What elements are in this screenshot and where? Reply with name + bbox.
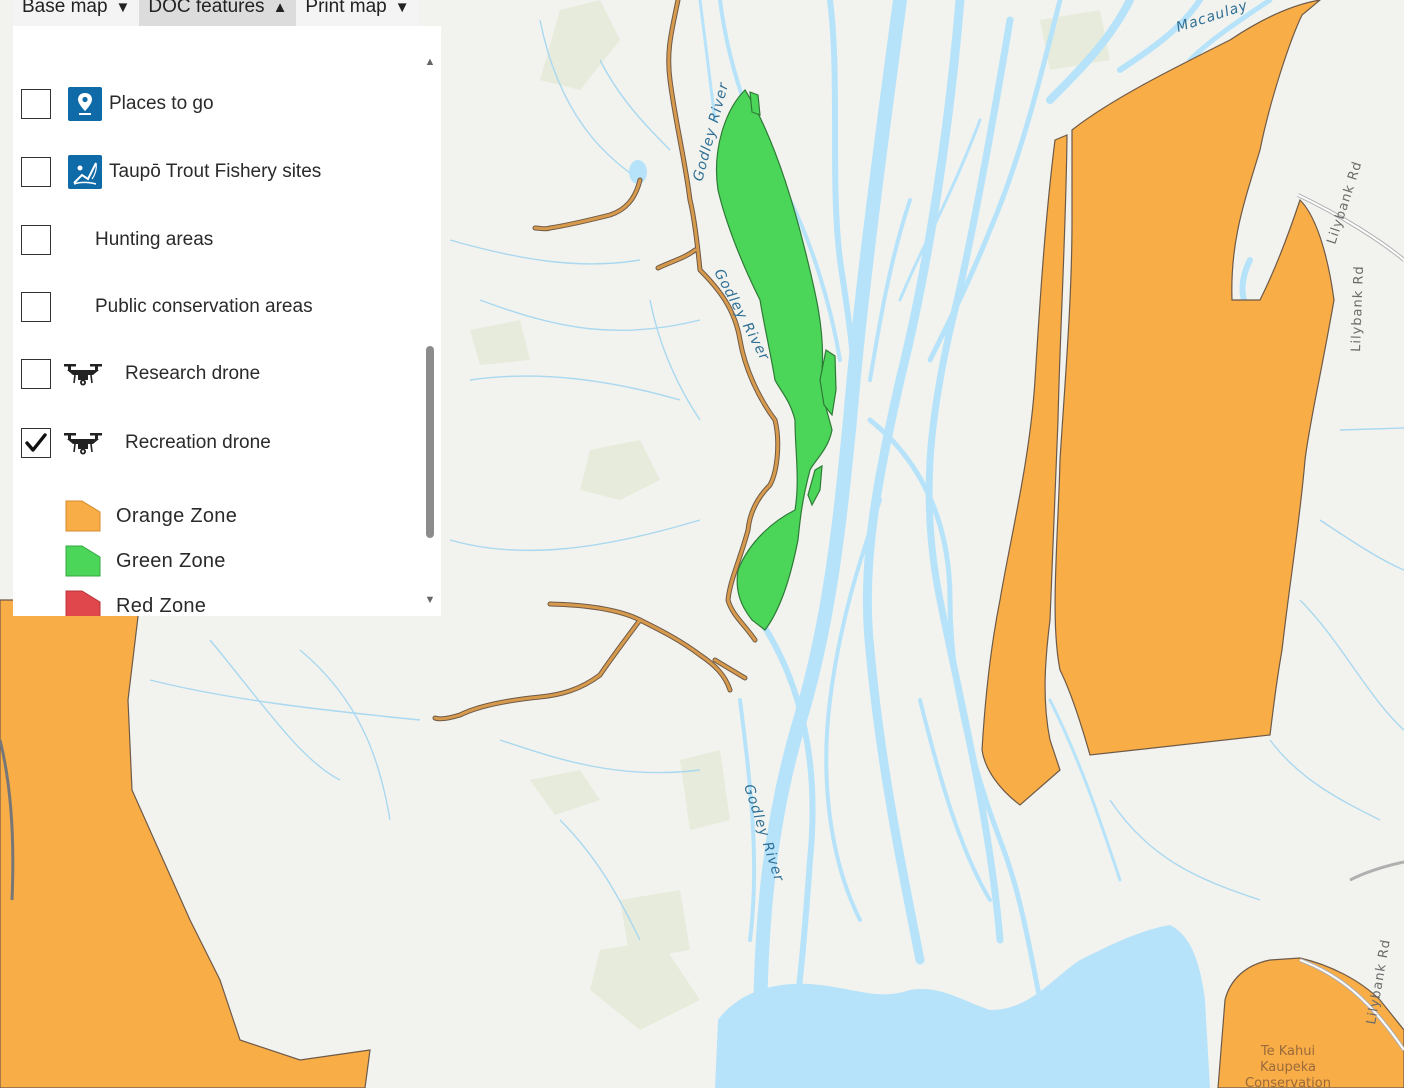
park-label-line-1: Te Kahui [1260, 1044, 1315, 1059]
checkmark-icon [25, 433, 47, 452]
layer-row-hunting-areas[interactable]: Hunting areas [21, 222, 213, 258]
checkbox-places-to-go[interactable] [21, 89, 51, 119]
layer-row-places-to-go[interactable]: Places to go [21, 86, 214, 122]
legend-label-green-zone: Green Zone [116, 549, 226, 572]
layer-label-trout-fishery: Taupō Trout Fishery sites [109, 161, 322, 182]
layer-row-research-drone[interactable]: Research drone [21, 356, 260, 392]
scroll-thumb[interactable] [426, 346, 434, 538]
road-label-lilybank-2: Lilybank Rd [1349, 265, 1367, 352]
scroll-up-icon[interactable]: ▲ [423, 56, 437, 68]
orange-zone-swatch-icon [65, 500, 101, 532]
drone-icon [63, 357, 103, 391]
chevron-up-icon: ▲ [272, 0, 288, 16]
layer-label-public-conservation-areas: Public conservation areas [95, 296, 313, 317]
legend-label-red-zone: Red Zone [116, 594, 207, 617]
checkbox-public-conservation-areas[interactable] [21, 292, 51, 322]
base-map-label: Base map [22, 0, 108, 17]
green-zone-islet-1 [749, 91, 761, 116]
drone-icon [63, 426, 103, 460]
doc-features-label: DOC features [148, 0, 265, 17]
print-map-label: Print map [305, 0, 387, 17]
checkbox-recreation-drone[interactable] [21, 428, 51, 458]
menu-bar: Base map ▼ DOC features ▲ Print map ▼ [13, 0, 419, 26]
red-zone-swatch-icon [65, 590, 101, 616]
legend-item-green-zone: Green Zone [65, 543, 226, 579]
checkbox-hunting-areas[interactable] [21, 225, 51, 255]
fishing-icon [68, 155, 102, 189]
park-label-line-2: Kaupeka [1260, 1060, 1316, 1075]
print-map-button[interactable]: Print map ▼ [296, 0, 419, 26]
panel-scrollbar[interactable]: ▲ ▼ [423, 56, 437, 606]
legend-item-red-zone: Red Zone [65, 588, 206, 616]
legend-item-orange-zone: Orange Zone [65, 498, 237, 534]
layer-label-places-to-go: Places to go [109, 93, 214, 114]
checkbox-research-drone[interactable] [21, 359, 51, 389]
layer-row-trout-fishery[interactable]: Taupō Trout Fishery sites [21, 154, 321, 190]
green-zone-swatch-icon [65, 545, 101, 577]
layer-label-recreation-drone: Recreation drone [125, 432, 271, 453]
layer-label-research-drone: Research drone [125, 363, 261, 384]
base-map-button[interactable]: Base map ▼ [13, 0, 140, 26]
chevron-down-icon: ▼ [394, 0, 410, 16]
layer-row-recreation-drone[interactable]: Recreation drone [21, 425, 271, 461]
doc-features-panel: Places to go Taupō Trout Fishery sites H… [13, 26, 441, 616]
checkbox-trout-fishery[interactable] [21, 157, 51, 187]
legend-label-orange-zone: Orange Zone [116, 504, 238, 527]
map-pin-icon [68, 87, 102, 121]
layer-row-public-conservation-areas[interactable]: Public conservation areas [21, 289, 313, 325]
layer-label-hunting-areas: Hunting areas [95, 229, 214, 250]
doc-features-button[interactable]: DOC features ▲ [139, 0, 297, 26]
park-label-line-3: Conservation [1245, 1076, 1331, 1088]
chevron-down-icon: ▼ [115, 0, 131, 16]
scroll-down-icon[interactable]: ▼ [423, 594, 437, 606]
